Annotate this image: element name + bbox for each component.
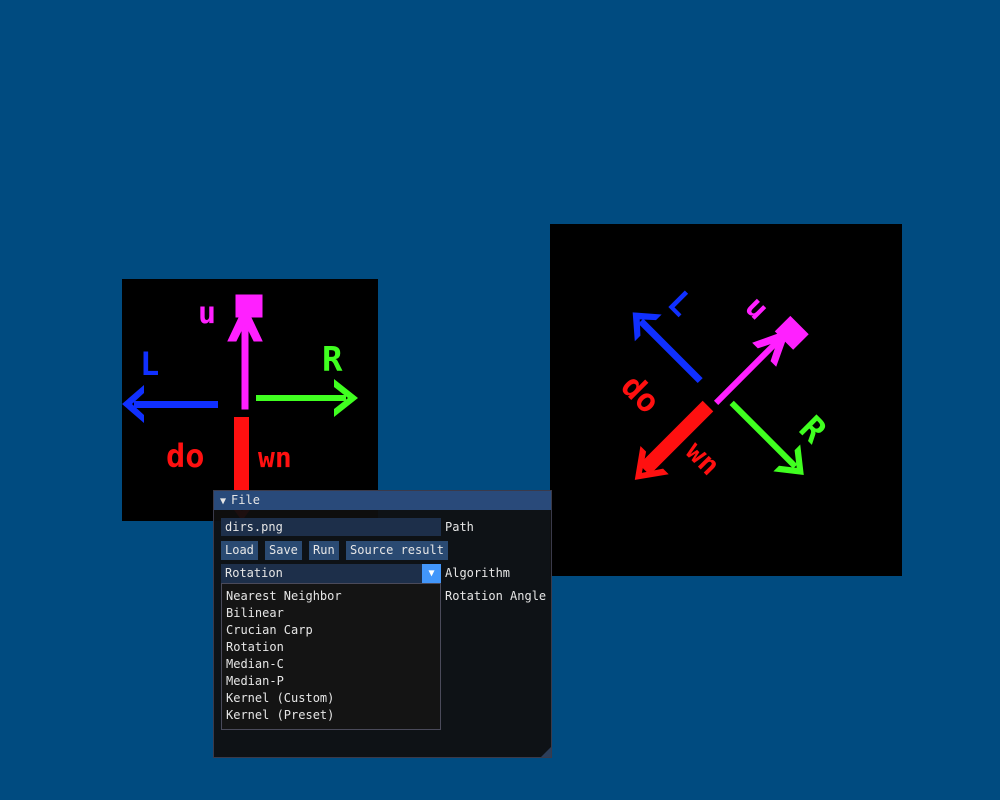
result-direction-arrows: u R L do wn <box>614 283 835 482</box>
down-letters: do <box>166 437 205 475</box>
path-input[interactable]: dirs.png <box>221 518 441 536</box>
result-up-letter: u <box>738 290 776 328</box>
algorithm-label: Algorithm <box>445 566 511 580</box>
algorithm-option[interactable]: Rotation <box>222 639 440 656</box>
algorithm-combo[interactable]: Rotation ▼ <box>221 564 441 583</box>
algorithm-option[interactable]: Crucian Carp <box>222 622 440 639</box>
left-arrow: L <box>122 345 218 423</box>
algorithm-dropdown-list[interactable]: Nearest Neighbor Bilinear Crucian Carp R… <box>221 583 441 730</box>
right-letter: R <box>322 340 343 380</box>
algorithm-option[interactable]: Median-C <box>222 656 440 673</box>
down-letters-extra: wn <box>258 441 292 474</box>
result-up-arrow: u <box>713 290 809 405</box>
algorithm-option[interactable]: Nearest Neighbor <box>222 588 440 605</box>
source-direction-arrows: u R L do wn <box>122 294 358 521</box>
save-button[interactable]: Save <box>265 541 302 560</box>
up-arrow: u <box>198 294 263 410</box>
app-canvas: u R L do wn u R L do wn ▼ File dirs.png … <box>0 0 1000 800</box>
source-image: u R L do wn <box>122 279 378 521</box>
result-down-letters-extra: wn <box>679 435 726 482</box>
collapse-arrow-icon[interactable]: ▼ <box>220 496 226 507</box>
up-letter: u <box>198 296 216 331</box>
path-label: Path <box>445 520 474 534</box>
chevron-down-icon[interactable]: ▼ <box>422 564 441 583</box>
source-result-button[interactable]: Source result <box>346 541 448 560</box>
algorithm-option[interactable]: Kernel (Preset) <box>222 707 440 724</box>
result-right-letter: R <box>791 408 834 451</box>
result-left-letter: L <box>660 283 700 323</box>
window-title: File <box>231 493 260 507</box>
algorithm-option[interactable]: Kernel (Custom) <box>222 690 440 707</box>
file-window-titlebar[interactable]: ▼ File <box>214 491 551 510</box>
algorithm-option[interactable]: Bilinear <box>222 605 440 622</box>
left-letter: L <box>140 345 159 383</box>
algorithm-selected: Rotation <box>225 566 283 580</box>
resize-grip-icon[interactable] <box>541 747 551 757</box>
result-down-arrow: do wn <box>614 367 727 482</box>
right-arrow: R <box>256 340 358 417</box>
load-button[interactable]: Load <box>221 541 258 560</box>
file-window[interactable]: ▼ File dirs.png Path Load Save Run Source… <box>213 490 552 758</box>
result-down-letters: do <box>614 367 668 421</box>
run-button[interactable]: Run <box>309 541 339 560</box>
algorithm-option[interactable]: Median-P <box>222 673 440 690</box>
result-image: u R L do wn <box>550 224 902 576</box>
rotation-angle-label: Rotation Angle <box>445 589 547 603</box>
